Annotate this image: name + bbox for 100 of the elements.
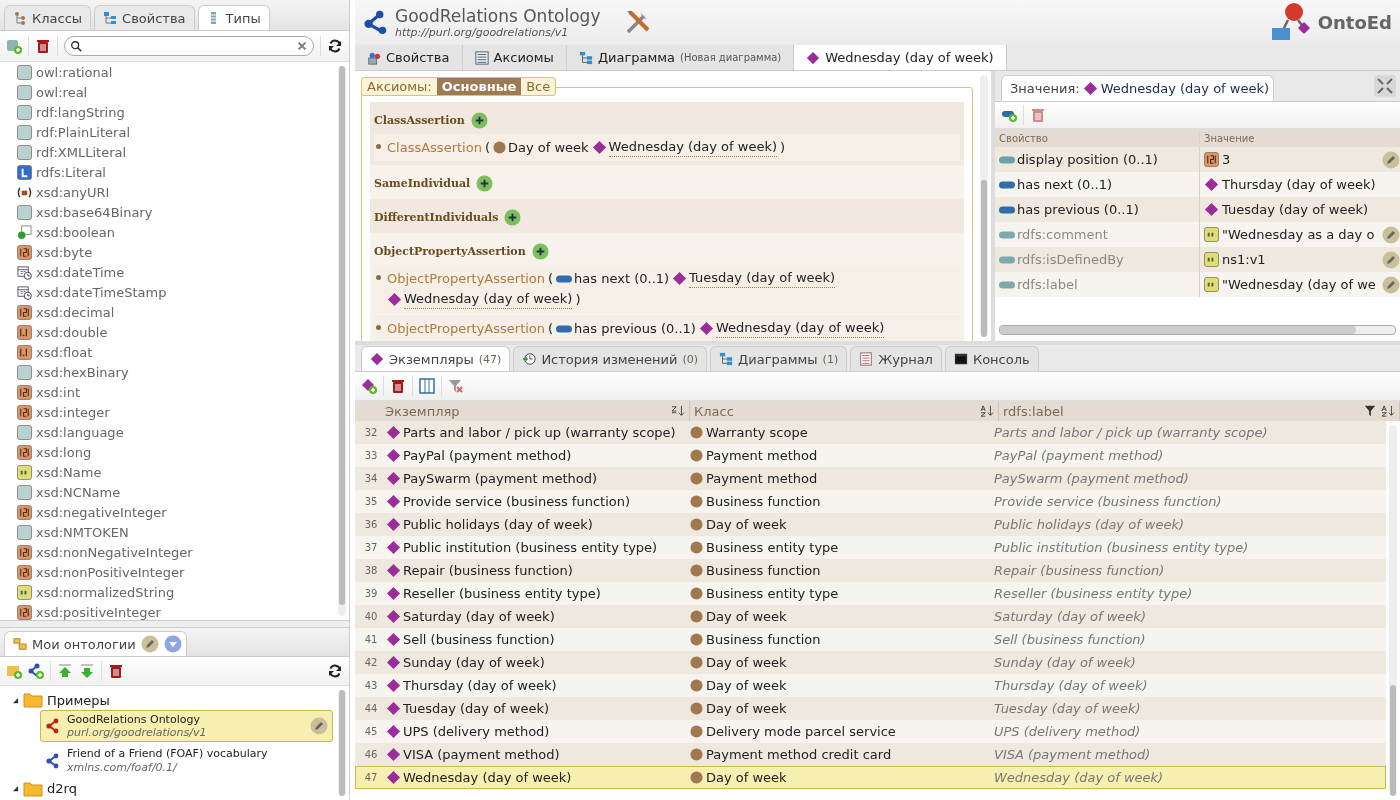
filter-icon[interactable] (1363, 405, 1377, 417)
add-icon[interactable] (531, 242, 549, 260)
scrollbar[interactable] (338, 690, 346, 796)
datatype-item[interactable]: xsd:positiveInteger (36, 604, 161, 620)
edit-icon[interactable] (140, 635, 159, 653)
table-row[interactable]: 32 Parts and labor / pick up (warranty scope) Warranty scope Parts and labor / pick up (warranty scope) (355, 421, 1386, 444)
datatype-item[interactable]: xsd:normalizedString (36, 584, 175, 600)
edit-icon[interactable] (1382, 150, 1400, 169)
individual-link[interactable]: Wednesday (day of week) (608, 138, 777, 157)
individual-link[interactable]: Wednesday (day of week) (715, 319, 885, 338)
datatype-item[interactable]: rdf:langString (36, 104, 125, 120)
trash-icon[interactable] (108, 663, 124, 679)
datatype-item[interactable]: owl:real (36, 84, 88, 100)
table-row[interactable]: 37 Public institution (business entity type) Business entity type Public institution (business entity type) (355, 536, 1386, 559)
sort-icon[interactable] (980, 405, 994, 417)
property-name[interactable]: has next (0..1) (574, 269, 670, 288)
panel-tab[interactable]: Консоль (944, 346, 1039, 371)
clear-icon[interactable] (296, 40, 308, 52)
datatype-item[interactable]: xsd:base64Binary (36, 204, 153, 220)
table-row[interactable]: 33 PayPal (payment method) Payment method PayPal (payment method) (355, 444, 1386, 467)
scrollbar[interactable] (999, 325, 1396, 335)
edit-icon[interactable] (1382, 275, 1400, 294)
table-row[interactable]: 45 UPS (delivery method) Delivery mode parcel service UPS (delivery method) (355, 720, 1386, 743)
filter-option[interactable]: Основные (436, 78, 522, 95)
search-field[interactable] (64, 36, 314, 56)
datatype-item[interactable]: xsd:NCName (36, 484, 121, 500)
panel-tab[interactable]: Экземпляры (47) (361, 346, 511, 371)
datatype-item[interactable]: xsd:long (36, 444, 92, 460)
datatype-item[interactable]: xsd:negativeInteger (36, 504, 167, 520)
datatype-item[interactable]: xsd:int (36, 384, 81, 400)
trash-icon[interactable] (390, 378, 406, 394)
splitter-handle[interactable] (0, 620, 349, 628)
editor-tab[interactable]: Диаграмма (Новая диаграмма) (566, 45, 795, 70)
values-tab[interactable]: Значения: Wednesday (day of week) (1001, 75, 1275, 101)
panel-tab[interactable]: История изменений (0) (513, 346, 708, 371)
table-row[interactable]: 42 Sunday (day of week) Day of week Sunday (day of week) (355, 651, 1386, 674)
ontology-item[interactable]: Friend of a Friend (FOAF) vocabulary xmlns.com/foaf/0.1/ (40, 744, 333, 777)
panel-tab[interactable]: Диаграммы (1) (710, 346, 848, 371)
scrollbar[interactable] (338, 66, 346, 616)
maximize-icon[interactable] (1374, 75, 1396, 97)
table-row[interactable]: 47 Wednesday (day of week) Day of week Wednesday (day of week) (355, 766, 1386, 789)
datatype-item[interactable]: xsd:boolean (36, 224, 116, 240)
clear-filter-icon[interactable] (448, 378, 464, 394)
table-row[interactable]: 38 Repair (business function) Business function Repair (business function) (355, 559, 1386, 582)
editor-tab[interactable]: Wednesday (day of week) (794, 45, 1007, 70)
folder-label[interactable]: d2rq (47, 781, 77, 797)
caret-icon[interactable] (12, 785, 19, 793)
datatype-item[interactable]: xsd:float (36, 344, 93, 360)
property-name[interactable]: has next (0..1) (1017, 177, 1112, 192)
datatype-item[interactable]: xsd:nonPositiveInteger (36, 564, 185, 580)
add-icon[interactable] (470, 111, 488, 129)
table-row[interactable]: 40 Saturday (day of week) Day of week Saturday (day of week) (355, 605, 1386, 628)
datatype-item[interactable]: xsd:language (36, 424, 124, 440)
panel-tab[interactable]: Типы (197, 5, 270, 30)
sort-icon[interactable] (1381, 405, 1395, 417)
property-name[interactable]: has previous (0..1) (1017, 202, 1139, 217)
table-row[interactable]: 36 Public holidays (day of week) Day of week Public holidays (day of week) (355, 513, 1386, 536)
datatype-item[interactable]: xsd:NMTOKEN (36, 524, 129, 540)
datatype-item[interactable]: xsd:dateTime (36, 264, 125, 280)
refresh-icon[interactable] (327, 663, 343, 679)
add-icon[interactable] (476, 174, 494, 192)
datatype-item[interactable]: xsd:dateTimeStamp (36, 284, 167, 300)
datatype-item[interactable]: rdf:XMLLiteral (36, 144, 127, 160)
edit-icon[interactable] (1382, 250, 1400, 269)
datatype-item[interactable]: owl:rational (36, 64, 113, 80)
table-row[interactable]: 43 Thursday (day of week) Day of week Thursday (day of week) (355, 674, 1386, 697)
move-down-icon[interactable] (79, 663, 95, 679)
editor-tab[interactable]: Свойства (355, 45, 463, 70)
refresh-icon[interactable] (327, 38, 343, 54)
individual-link[interactable]: Tuesday (day of week) (689, 269, 836, 288)
add-icon[interactable] (504, 208, 522, 226)
table-row[interactable]: 46 VISA (payment method) Payment method credit card VISA (payment method) (355, 743, 1386, 766)
add-ontology-icon[interactable] (28, 663, 44, 679)
column-header[interactable]: Значение (1200, 132, 1400, 144)
property-name[interactable]: has previous (0..1) (574, 319, 696, 338)
class-name[interactable]: Day of week (507, 138, 589, 157)
table-row[interactable]: 44 Tuesday (day of week) Day of week Tuesday (day of week) (355, 697, 1386, 720)
datatype-item[interactable]: xsd:Name (36, 464, 102, 480)
datatype-item[interactable]: xsd:hexBinary (36, 364, 129, 380)
folder-label[interactable]: Примеры (47, 692, 110, 708)
panel-tab[interactable]: Свойства (94, 5, 195, 30)
panel-tab[interactable]: Журнал (850, 346, 942, 371)
panel-tab[interactable]: Классы (4, 5, 92, 30)
datatype-item[interactable]: xsd:integer (36, 404, 110, 420)
scrollbar[interactable] (1389, 425, 1397, 796)
columns-icon[interactable] (419, 378, 435, 394)
datatype-item[interactable]: xsd:byte (36, 244, 93, 260)
edit-icon[interactable] (1382, 225, 1400, 244)
table-row[interactable]: 41 Sell (business function) Business function Sell (business function) (355, 628, 1386, 651)
ontology-item[interactable]: GoodRelations Ontology purl.org/goodrelations/v1 (40, 710, 333, 743)
datatype-item[interactable]: xsd:double (36, 324, 108, 340)
datatype-item[interactable]: rdf:PlainLiteral (36, 124, 130, 140)
panel-tab[interactable]: Мои онтологии (4, 631, 187, 656)
filter-option[interactable]: Все (521, 78, 556, 95)
edit-icon[interactable] (310, 717, 328, 736)
caret-icon[interactable] (12, 696, 19, 704)
datatype-item[interactable]: xsd:decimal (36, 304, 115, 320)
column-header[interactable]: Свойство (995, 132, 1200, 144)
individual-link[interactable]: Wednesday (day of week) (404, 290, 573, 309)
move-up-icon[interactable] (57, 663, 73, 679)
